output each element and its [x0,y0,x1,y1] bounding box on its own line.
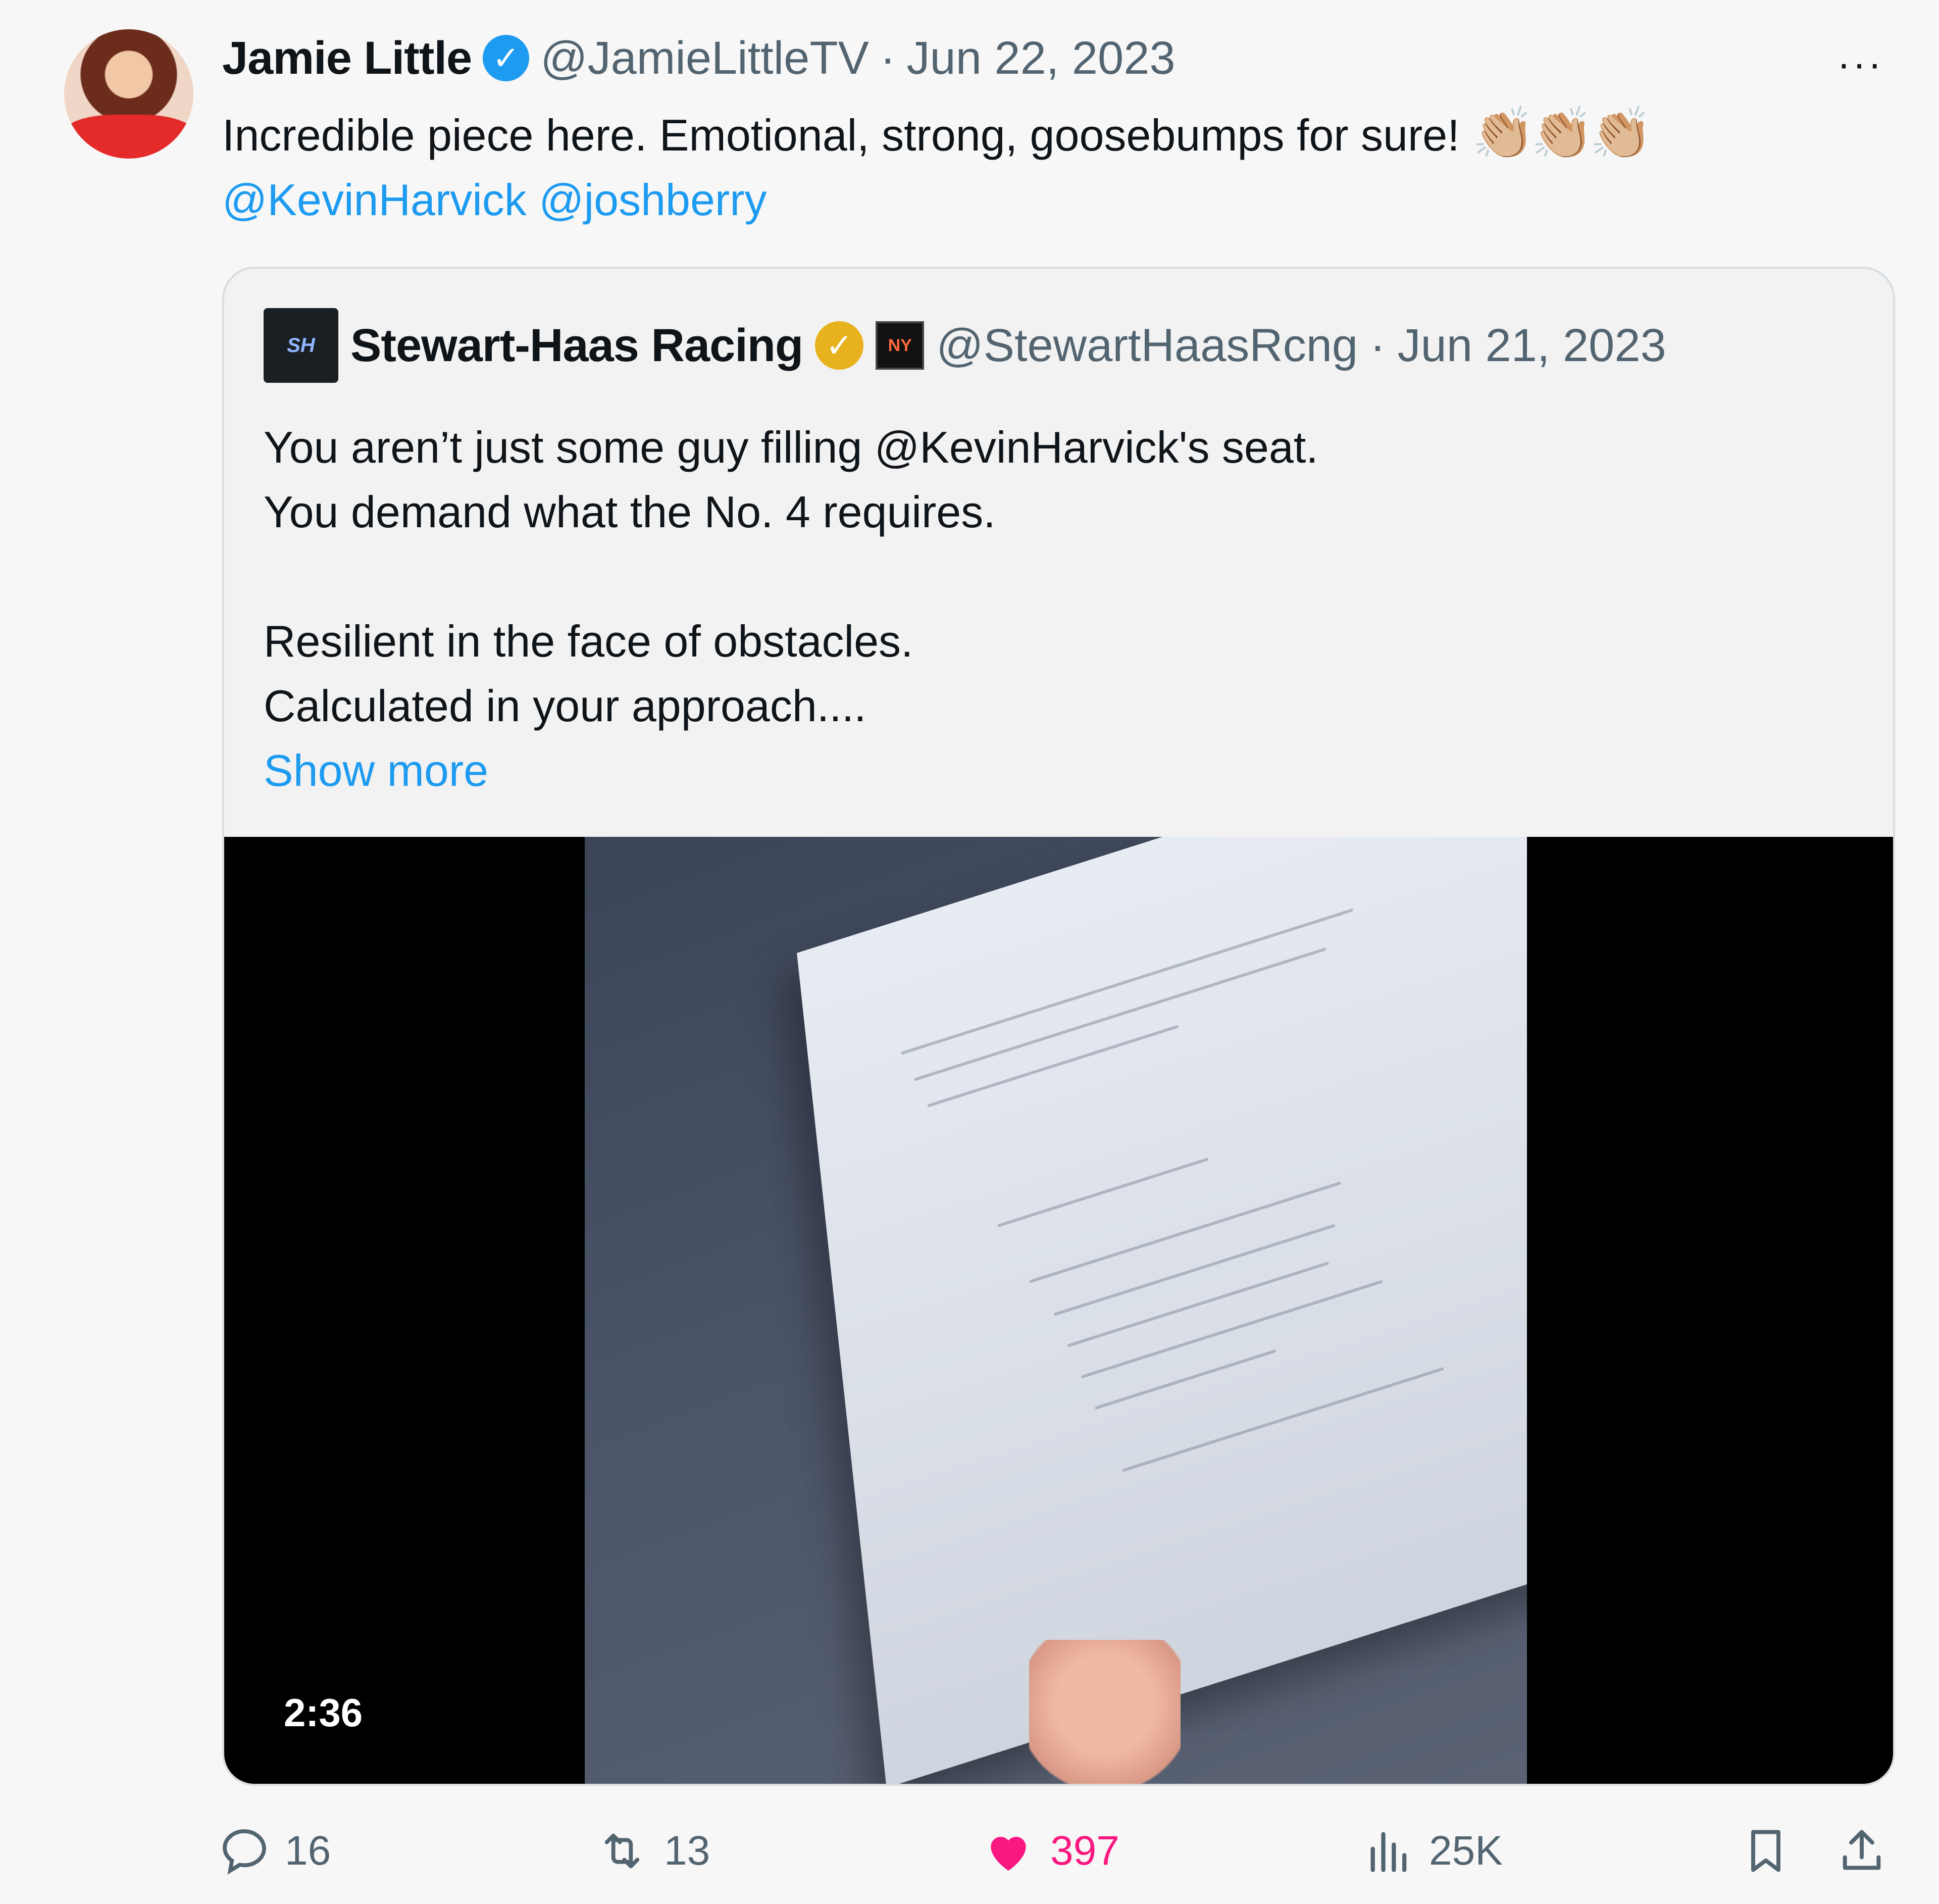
heart-icon [991,1836,1026,1871]
quoted-line: Calculated in your approach.... [264,681,866,731]
clapping-hands-icon: 👏🏼👏🏼👏🏼 [1472,105,1653,162]
quoted-line: You demand what the No. 4 requires. [264,487,996,537]
retweet-count: 13 [664,1828,710,1874]
show-more-link[interactable]: Show more [264,738,1829,803]
quoted-tweet[interactable]: SH Stewart-Haas Racing ✓ NY @StewartHaas… [222,267,1895,1786]
paper-text-line [914,947,1326,1081]
tweet-text: Incredible piece here. Emotional, strong… [222,101,1863,232]
author-handle[interactable]: @JamieLittleTV [540,32,869,85]
paper-text-line [1095,1349,1276,1410]
author-avatar[interactable] [64,29,193,159]
views-icon [1370,1832,1407,1872]
quoted-author-handle[interactable]: @StewartHaasRcng [936,319,1358,372]
separator-dot: · [880,32,896,84]
tweet-date[interactable]: Jun 22, 2023 [907,32,1176,85]
mention-joshberry[interactable]: @joshberry [539,175,767,225]
paper-text-line [1053,1224,1336,1317]
like-button[interactable]: 397 [981,1818,1119,1884]
paper-text-line [997,1157,1209,1228]
views-button[interactable]: 25K [1364,1818,1503,1884]
quoted-tweet-text: You aren’t just some guy filling @KevinH… [264,415,1829,803]
tweet-card[interactable]: Jamie Little ✓ @JamieLittleTV · Jun 22, … [6,0,1939,1904]
verified-org-badge-icon: ✓ [815,321,864,370]
stewart-haas-logo-icon[interactable]: SH [264,308,338,383]
quoted-tweet-date[interactable]: Jun 21, 2023 [1398,319,1666,372]
quoted-line: You aren’t just some guy filling @KevinH… [264,422,1318,472]
tweet-body: Incredible piece here. Emotional, strong… [222,110,1460,160]
video-thumbnail [585,837,1527,1784]
bookmark-icon [1751,1830,1780,1872]
video-player[interactable]: 2:36 [224,837,1893,1784]
share-button[interactable] [1836,1818,1887,1884]
paper-text-line [1067,1261,1329,1347]
video-duration: 2:36 [275,1685,372,1741]
paper-text-line [901,908,1353,1055]
reply-count: 16 [285,1828,331,1874]
retweet-icon [604,1833,640,1869]
bookmark-button[interactable] [1741,1818,1791,1884]
share-icon [1843,1830,1881,1870]
more-options-icon[interactable]: ··· [1837,40,1883,87]
hand-holding-paper [1029,1640,1181,1784]
mention-kevinharvick[interactable]: @KevinHarvick [222,175,527,225]
reply-icon [223,1829,266,1875]
retweet-button[interactable]: 13 [594,1818,710,1884]
verified-badge-icon: ✓ [483,35,530,81]
author-name[interactable]: Jamie Little [222,32,472,85]
like-count: 397 [1050,1828,1119,1874]
views-count: 25K [1429,1828,1503,1874]
quoted-tweet-header: SH Stewart-Haas Racing ✓ NY @StewartHaas… [264,308,1863,383]
quoted-author-name[interactable]: Stewart-Haas Racing [350,319,803,372]
affiliate-badge-icon[interactable]: NY [876,321,925,370]
quoted-line: Resilient in the face of obstacles. [264,616,913,666]
paper-text-line [1029,1181,1341,1283]
separator-dot: · [1370,319,1386,371]
tweet-header: Jamie Little ✓ @JamieLittleTV · Jun 22, … [222,30,1878,86]
action-bar: 16 13 397 25K [218,1818,1890,1884]
avatar-shirt [64,114,193,159]
reply-button[interactable]: 16 [218,1818,331,1884]
